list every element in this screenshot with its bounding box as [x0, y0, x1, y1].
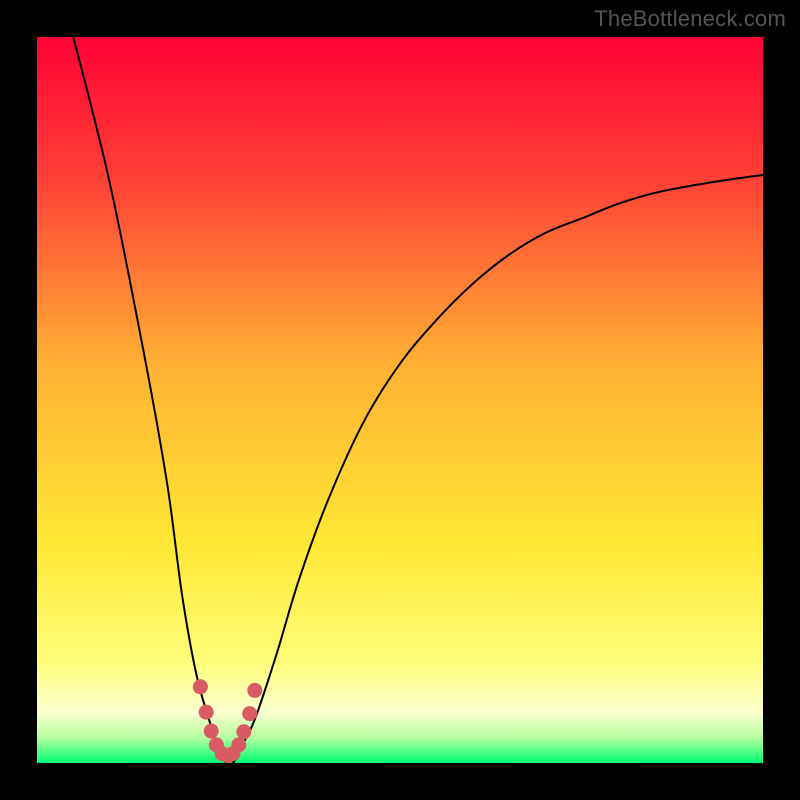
watermark-text: TheBottleneck.com	[594, 6, 786, 32]
optimal-dot	[231, 737, 246, 752]
optimal-dot	[247, 683, 262, 698]
optimal-dot	[242, 706, 257, 721]
optimal-dot	[199, 705, 214, 720]
outer-frame: TheBottleneck.com	[0, 0, 800, 800]
gradient-background	[37, 37, 763, 763]
optimal-dot	[193, 679, 208, 694]
bottleneck-chart	[37, 37, 763, 763]
optimal-dot	[204, 724, 219, 739]
plot-area	[37, 37, 763, 763]
optimal-dot	[236, 724, 251, 739]
